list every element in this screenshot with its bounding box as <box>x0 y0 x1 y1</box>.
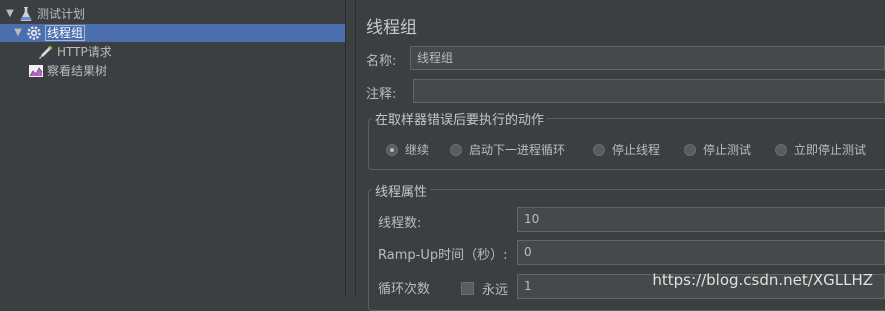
radio-continue[interactable]: 继续 <box>386 141 429 158</box>
radio-label: 停止测试 <box>703 143 752 157</box>
radio-stop-test[interactable]: 停止测试 <box>684 141 751 158</box>
tree-item-label: 察看结果树 <box>47 64 108 78</box>
flask-icon <box>18 6 34 22</box>
thread-group-panel: 线程组 名称: 线程组 注释: 在取样器错误后要执行的动作 继续 启动下一进程循… <box>356 0 885 311</box>
radio-stop-test-now[interactable]: 立即停止测试 <box>775 141 866 158</box>
gear-icon <box>26 25 42 41</box>
rampup-input[interactable]: 0 <box>517 240 885 265</box>
radio-button-icon[interactable] <box>593 143 605 156</box>
threads-label: 线程数: <box>378 216 422 231</box>
tree-item-test-plan[interactable]: ▼ 测试计划 <box>4 5 85 23</box>
tree-item-label: HTTP请求 <box>57 45 112 59</box>
expand-arrow-icon[interactable]: ▼ <box>12 24 24 42</box>
name-label: 名称: <box>366 54 397 69</box>
comment-label: 注释: <box>366 87 397 102</box>
name-input[interactable]: 线程组 <box>410 46 885 70</box>
radio-button-icon[interactable] <box>386 143 398 156</box>
watermark-text: https://blog.csdn.net/XGLLHZ <box>652 271 873 289</box>
tree-item-label: 测试计划 <box>37 7 86 21</box>
expand-arrow-icon[interactable]: ▼ <box>4 5 16 23</box>
comment-input[interactable] <box>413 79 885 103</box>
chart-icon <box>28 63 44 79</box>
radio-button-icon[interactable] <box>450 143 462 156</box>
checkbox-icon[interactable] <box>461 282 474 295</box>
tree-item-view-results-tree[interactable]: 察看结果树 <box>26 62 107 80</box>
radio-start-next-loop[interactable]: 启动下一进程循环 <box>450 141 565 158</box>
radio-label: 启动下一进程循环 <box>469 143 566 157</box>
thread-properties-legend: 线程属性 <box>372 181 431 200</box>
loop-count-label: 循环次数 <box>378 282 431 297</box>
error-action-legend: 在取样器错误后要执行的动作 <box>372 109 548 128</box>
forever-checkbox[interactable]: 永远 <box>461 279 508 298</box>
tree-item-label: 线程组 <box>45 25 86 41</box>
split-pane-divider[interactable] <box>346 0 356 297</box>
radio-label: 停止线程 <box>612 143 661 157</box>
page-title: 线程组 <box>366 18 417 38</box>
radio-label: 继续 <box>405 143 430 157</box>
rampup-label: Ramp-Up时间（秒）: <box>378 248 508 263</box>
threads-input[interactable]: 10 <box>517 207 885 232</box>
tree-item-thread-group[interactable]: ▼ 线程组 <box>12 24 86 42</box>
pipette-icon <box>38 44 54 60</box>
test-plan-tree: ▼ 测试计划 ▼ 线程组 HTTP请求 察看结果树 <box>0 0 346 297</box>
radio-label: 立即停止测试 <box>794 143 867 157</box>
forever-label: 永远 <box>482 283 509 298</box>
radio-button-icon[interactable] <box>775 143 787 156</box>
radio-stop-thread[interactable]: 停止线程 <box>593 141 660 158</box>
radio-button-icon[interactable] <box>684 143 696 156</box>
tree-item-http-request[interactable]: HTTP请求 <box>36 43 112 61</box>
